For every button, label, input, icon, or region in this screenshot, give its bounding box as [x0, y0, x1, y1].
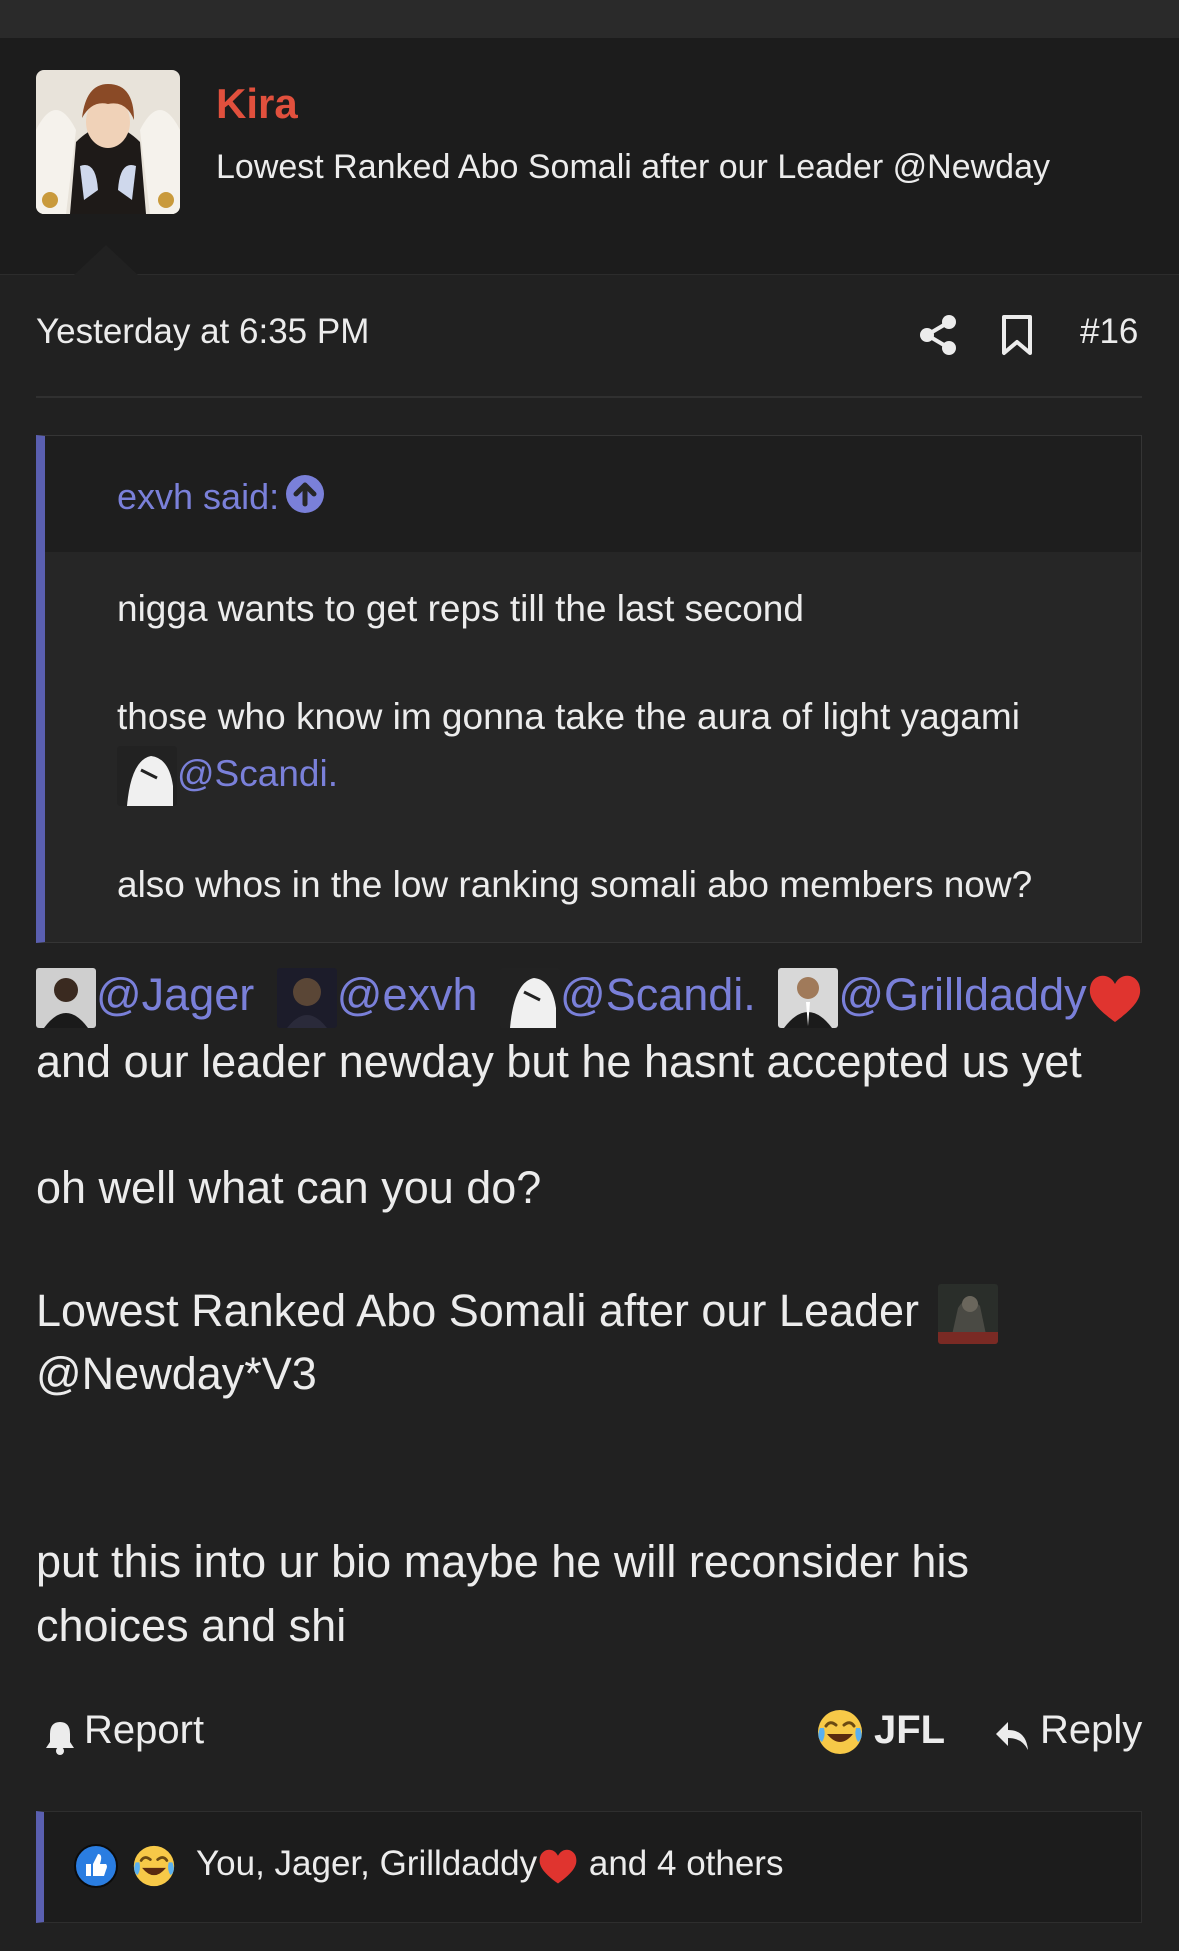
- mention-avatar[interactable]: [117, 746, 177, 806]
- body-text: choices and shi: [36, 1600, 347, 1651]
- reactions-summary: You, Jager, Grilldaddy and 4 others: [196, 1844, 783, 1885]
- bookmark-icon[interactable]: [1000, 314, 1034, 356]
- jfl-reaction-button[interactable]: JFL: [874, 1708, 945, 1753]
- mention-link[interactable]: @Scandi.: [177, 753, 338, 794]
- quote-header: exvh said:: [45, 436, 1141, 552]
- post-number[interactable]: #16: [1080, 312, 1138, 352]
- reactions-others[interactable]: and 4 others: [579, 1844, 784, 1883]
- report-button[interactable]: Report: [84, 1708, 204, 1753]
- header-caret: [74, 245, 138, 275]
- body-text: oh well what can you do?: [36, 1162, 542, 1213]
- reply-button[interactable]: Reply: [1040, 1708, 1142, 1753]
- mention-avatar[interactable]: [778, 968, 839, 1028]
- author-title: Lowest Ranked Abo Somali after our Leade…: [216, 148, 1050, 186]
- laughing-crying-emoji-icon[interactable]: [816, 1708, 864, 1756]
- mention-link[interactable]: @exvh: [337, 969, 478, 1020]
- like-icon: [74, 1844, 118, 1888]
- top-bar: [0, 0, 1179, 38]
- mention-avatar[interactable]: [276, 968, 337, 1028]
- mentions-line: @Jager @exvh @Scandi. @Grilldaddy: [36, 968, 1143, 1028]
- mention-link[interactable]: @Scandi.: [560, 969, 756, 1020]
- mention-avatar[interactable]: [36, 968, 96, 1028]
- mention-link[interactable]: @Grilldaddy: [838, 969, 1086, 1020]
- avatar[interactable]: [36, 70, 180, 214]
- arrow-up-circle-icon[interactable]: [285, 474, 325, 514]
- quote-line: those who know im gonna take the aura of…: [117, 696, 1020, 737]
- bell-icon[interactable]: [44, 1718, 76, 1756]
- body-text: Lowest Ranked Abo Somali after our Leade…: [36, 1284, 998, 1344]
- post-header: Kira Lowest Ranked Abo Somali after our …: [0, 38, 1179, 275]
- body-text: and our leader newday but he hasnt accep…: [36, 1036, 1082, 1087]
- heart-icon: [1089, 975, 1140, 1022]
- post-author[interactable]: Kira: [216, 80, 298, 128]
- post-timestamp[interactable]: Yesterday at 6:35 PM: [36, 312, 369, 352]
- mention-avatar[interactable]: [500, 968, 561, 1028]
- mention-avatar[interactable]: [937, 1284, 998, 1344]
- body-text: put this into ur bio maybe he will recon…: [36, 1536, 969, 1587]
- reactions-names[interactable]: You, Jager, Grilldaddy: [196, 1844, 537, 1883]
- reactions-bar[interactable]: You, Jager, Grilldaddy and 4 others: [36, 1811, 1142, 1923]
- quote-line: nigga wants to get reps till the last se…: [117, 588, 804, 629]
- reply-icon[interactable]: [992, 1716, 1032, 1756]
- quote-block: exvh said: nigga wants to get reps till …: [36, 435, 1142, 943]
- heart-icon: [539, 1849, 577, 1884]
- quote-line: @Scandi.: [117, 746, 338, 806]
- quote-line: also whos in the low ranking somali abo …: [117, 864, 1033, 905]
- mention-link[interactable]: @Jager: [96, 969, 254, 1020]
- share-icon[interactable]: [918, 314, 958, 356]
- divider: [36, 396, 1142, 398]
- body-text-span: Lowest Ranked Abo Somali after our Leade…: [36, 1284, 920, 1336]
- laughing-crying-emoji-icon: [133, 1845, 175, 1887]
- mention-link[interactable]: @Newday*V3: [36, 1348, 317, 1400]
- quote-author[interactable]: exvh said:: [117, 476, 279, 518]
